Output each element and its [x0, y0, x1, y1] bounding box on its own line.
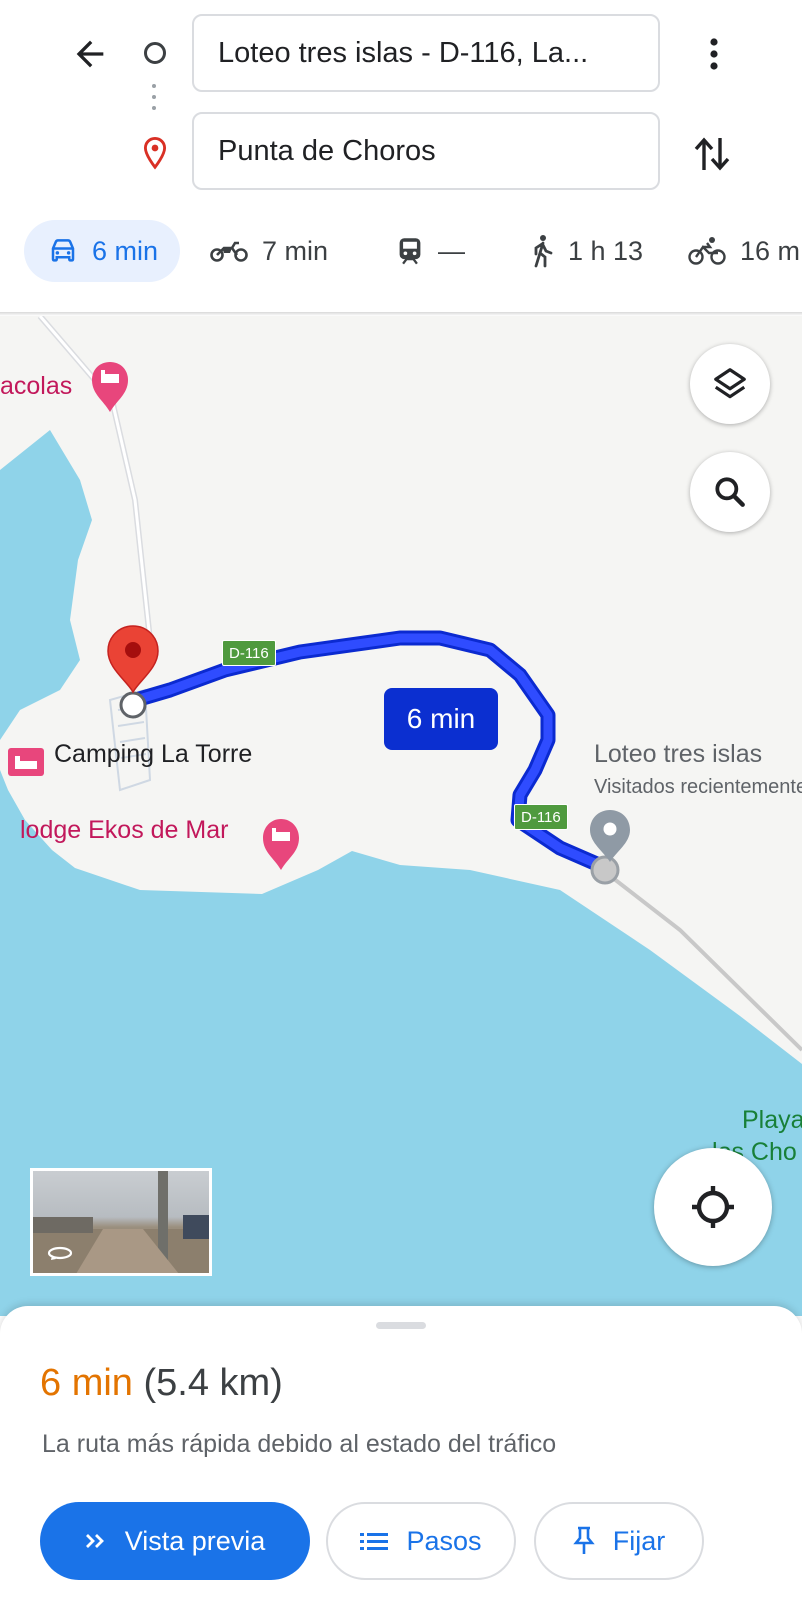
route-distance: (5.4 km): [143, 1362, 283, 1404]
poi-label-lodge[interactable]: lodge Ekos de Mar: [20, 816, 228, 845]
map-view[interactable]: acolas Camping La Torre lodge Ekos de Ma…: [0, 316, 802, 1316]
pushpin-icon: [573, 1526, 595, 1554]
more-options-button[interactable]: [688, 28, 740, 80]
poi-label-camping[interactable]: Camping La Torre: [54, 740, 252, 769]
mode-motorcycle[interactable]: 7 min: [210, 220, 328, 282]
origin-circle-icon: [144, 42, 166, 64]
swap-button[interactable]: [686, 128, 738, 180]
route-summary: 6 min (5.4 km): [40, 1362, 283, 1405]
origin-field[interactable]: Loteo tres islas - D-116, La...: [192, 14, 660, 92]
header-divider: [0, 312, 802, 316]
bicycle-icon: [688, 237, 726, 265]
car-icon: [51, 239, 75, 262]
walking-icon: [534, 235, 553, 268]
swap-vert-icon: [694, 137, 730, 171]
map-search-button[interactable]: [690, 452, 770, 532]
destination-pin-icon: [140, 136, 170, 172]
layers-button[interactable]: [690, 344, 770, 424]
layers-icon: [714, 368, 746, 399]
mode-motorcycle-label: 7 min: [262, 235, 329, 266]
more-vert-icon: [710, 38, 718, 70]
search-icon: [715, 477, 745, 507]
road-shield-d116: D-116: [514, 804, 568, 830]
route-bottom-sheet: 6 min (5.4 km) La ruta más rápida debido…: [0, 1306, 802, 1599]
my-location-button[interactable]: [654, 1148, 772, 1266]
back-button[interactable]: [64, 28, 116, 80]
directions-header: Loteo tres islas - D-116, La... Punta de…: [0, 0, 802, 316]
360-rotate-icon: [47, 1246, 73, 1260]
poi-label-beach-1[interactable]: Playa: [742, 1106, 802, 1135]
motorcycle-icon: [210, 241, 248, 262]
mode-walking[interactable]: 1 h 13: [530, 220, 643, 282]
arrow-back-icon: [76, 40, 104, 68]
pin-button[interactable]: Fijar: [534, 1502, 704, 1580]
travel-mode-tabs: 6 min 7 min — 1 h 13 16 m: [0, 220, 802, 286]
road-shield-d116: D-116: [222, 640, 276, 666]
mode-cycling[interactable]: 16 m: [688, 220, 800, 282]
mode-cycling-label: 16 m: [740, 235, 801, 266]
mode-walking-label: 1 h 13: [568, 235, 644, 266]
route-duration-badge[interactable]: 6 min: [384, 688, 498, 750]
steps-button[interactable]: Pasos: [326, 1502, 516, 1580]
route-description: La ruta más rápida debido al estado del …: [42, 1430, 557, 1458]
poi-label-origin-sub: Visitados recientemente: [594, 776, 802, 798]
destination-field[interactable]: Punta de Choros: [192, 112, 660, 190]
list-icon: [360, 1533, 389, 1550]
steps-button-label: Pasos: [406, 1525, 482, 1556]
street-view-thumbnail[interactable]: [30, 1168, 212, 1276]
train-icon: [399, 238, 421, 265]
crosshair-icon: [692, 1186, 734, 1228]
preview-button[interactable]: Vista previa: [40, 1502, 310, 1580]
preview-button-label: Vista previa: [124, 1525, 266, 1556]
double-chevron-right-icon: [85, 1534, 104, 1548]
pin-button-label: Fijar: [612, 1525, 666, 1556]
poi-label-acolas[interactable]: acolas: [0, 372, 72, 401]
mode-transit[interactable]: —: [396, 220, 465, 282]
mode-driving[interactable]: 6 min: [24, 220, 181, 282]
sheet-drag-handle[interactable]: [376, 1322, 426, 1329]
mode-transit-label: —: [438, 235, 465, 266]
mode-driving-label: 6 min: [92, 235, 159, 266]
poi-label-origin[interactable]: Loteo tres islas: [594, 740, 762, 769]
route-connector-dots: [152, 84, 158, 120]
route-eta: 6 min: [40, 1362, 133, 1404]
